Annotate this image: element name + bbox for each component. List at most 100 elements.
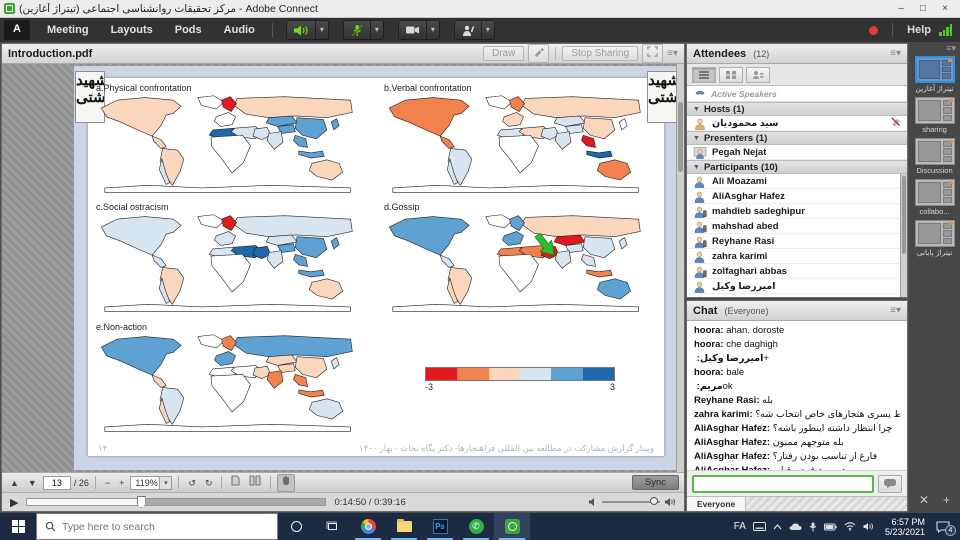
pointer-pen-button[interactable] <box>528 44 549 63</box>
menu-meeting[interactable]: Meeting <box>36 18 100 42</box>
cortana-button[interactable] <box>278 513 314 540</box>
document-scrollbar[interactable] <box>676 64 684 472</box>
two-page-view-button[interactable] <box>246 475 264 491</box>
progress-handle[interactable] <box>137 496 146 508</box>
page-down-button[interactable]: ▼ <box>25 475 40 491</box>
help-menu[interactable]: Help <box>907 24 931 36</box>
chat-options-menu[interactable]: ≡▾ <box>890 306 901 316</box>
participant-row[interactable]: Reyhane Rasi <box>687 234 907 249</box>
layouts-options-menu[interactable]: ≡▾ <box>942 43 960 56</box>
presenter-row[interactable]: Pegah Nejat <box>687 145 907 160</box>
participant-row[interactable]: Ali Moazami <box>687 174 907 189</box>
sync-button[interactable]: Sync <box>632 475 679 490</box>
list-view-button[interactable] <box>692 67 716 83</box>
volume-slider[interactable] <box>602 501 660 503</box>
participant-row[interactable]: امیررضا وکیل <box>687 279 907 294</box>
participants-group-bar[interactable]: ▼ Participants (10) <box>687 160 907 174</box>
participant-icon <box>693 265 707 277</box>
participant-row[interactable]: AliAsghar Hafez <box>687 189 907 204</box>
layout-item[interactable]: sharing <box>913 97 957 134</box>
presenters-group-bar[interactable]: ▼ Presenters (1) <box>687 131 907 145</box>
start-button[interactable] <box>0 513 36 540</box>
host-row[interactable]: سید محمودیان <box>687 116 907 131</box>
keyboard-icon[interactable] <box>753 522 766 531</box>
participants-label: Participants (10) <box>704 162 778 173</box>
close-button[interactable]: × <box>934 0 956 17</box>
map-verbal-confrontation: b.Verbal confrontation <box>384 83 656 199</box>
zoom-in-button[interactable]: + <box>116 475 127 491</box>
layout-thumbnail[interactable] <box>915 97 955 124</box>
taskbar-chrome[interactable] <box>350 513 386 540</box>
mic-dropdown[interactable]: ▾ <box>370 21 383 39</box>
hosts-group-bar[interactable]: ▼ Hosts (1) <box>687 102 907 116</box>
participants-scrollbar[interactable] <box>900 174 907 297</box>
layout-item[interactable]: تیتراژ آغازین <box>913 56 957 93</box>
close-icon[interactable]: ✕ <box>919 493 929 507</box>
webcam-dropdown[interactable]: ▾ <box>426 21 439 39</box>
rotate-right-button[interactable]: ↻ <box>202 475 216 491</box>
rotate-left-button[interactable]: ↺ <box>185 475 199 491</box>
participant-row[interactable]: mahshad abed <box>687 219 907 234</box>
hand-tool-button[interactable] <box>277 474 295 492</box>
notification-center-button[interactable]: 4 <box>936 521 954 533</box>
language-indicator[interactable]: FA <box>734 521 746 532</box>
status-view-button[interactable] <box>746 67 770 83</box>
taskbar-explorer[interactable] <box>386 513 422 540</box>
pod-options-menu[interactable]: ≡▾ <box>667 49 678 59</box>
layout-item[interactable]: تیتراژ پایانی <box>913 220 957 257</box>
add-layout-icon[interactable]: + <box>943 493 950 507</box>
volume-control <box>588 497 676 507</box>
page-up-button[interactable]: ▲ <box>7 475 22 491</box>
participant-row[interactable]: zolfaghari abbas <box>687 264 907 279</box>
fullscreen-button[interactable] <box>642 44 663 63</box>
layout-thumbnail[interactable] <box>915 56 955 83</box>
menu-pods[interactable]: Pods <box>164 18 213 42</box>
taskbar-photoshop[interactable]: Ps <box>422 513 458 540</box>
tray-speaker-icon[interactable] <box>863 522 874 531</box>
layout-thumbnail[interactable] <box>915 220 955 247</box>
layout-item[interactable]: collabo... <box>913 179 957 216</box>
participant-row[interactable]: مریم <box>687 294 907 297</box>
task-view-button[interactable] <box>314 513 350 540</box>
attendees-options-menu[interactable]: ≡▾ <box>890 49 901 59</box>
tab-everyone[interactable]: Everyone <box>687 497 746 511</box>
battery-icon[interactable] <box>824 523 837 531</box>
page-number-input[interactable] <box>44 478 70 488</box>
chat-message: امیررضا وکیل+ <box>694 352 900 366</box>
taskbar-adobe-connect[interactable] <box>494 513 530 540</box>
raise-hand-button[interactable] <box>455 21 481 39</box>
tray-expand-icon[interactable] <box>773 524 782 530</box>
status-dropdown[interactable]: ▾ <box>481 21 494 39</box>
wifi-icon[interactable] <box>844 522 856 531</box>
send-message-button[interactable] <box>878 475 902 493</box>
speaker-button[interactable] <box>287 21 315 39</box>
layout-item[interactable]: Discussion <box>913 138 957 175</box>
taskbar-whatsapp[interactable]: ✆ <box>458 513 494 540</box>
menu-audio[interactable]: Audio <box>213 18 266 42</box>
draw-button[interactable]: Draw <box>483 46 524 61</box>
tray-mic-icon[interactable] <box>809 522 817 532</box>
taskbar-search[interactable] <box>36 513 278 540</box>
participant-row[interactable]: zahra karimi <box>687 249 907 264</box>
maximize-button[interactable]: □ <box>912 0 934 17</box>
layout-thumbnail[interactable] <box>915 138 955 165</box>
layout-thumbnail[interactable] <box>915 179 955 206</box>
zoom-out-button[interactable]: − <box>102 475 113 491</box>
play-button[interactable]: ▶ <box>10 496 18 509</box>
taskbar-clock[interactable]: 6:57 PM 5/23/2021 <box>881 517 929 537</box>
onedrive-icon[interactable] <box>789 523 802 531</box>
minimize-button[interactable]: – <box>890 0 912 17</box>
grid-view-button[interactable] <box>719 67 743 83</box>
speaker-dropdown[interactable]: ▾ <box>315 21 328 39</box>
mic-button[interactable] <box>344 21 370 39</box>
zoom-select[interactable]: 119% ▾ <box>130 476 172 490</box>
webcam-button[interactable] <box>399 21 426 39</box>
search-input[interactable] <box>62 521 269 533</box>
stop-sharing-button[interactable]: Stop Sharing <box>562 46 638 61</box>
volume-handle[interactable] <box>650 497 658 505</box>
participant-row[interactable]: mahdieb sadeghipur <box>687 204 907 219</box>
playback-progress-slider[interactable] <box>26 498 326 506</box>
chat-input[interactable] <box>692 475 874 493</box>
single-page-view-button[interactable] <box>228 475 243 491</box>
menu-layouts[interactable]: Layouts <box>100 18 164 42</box>
